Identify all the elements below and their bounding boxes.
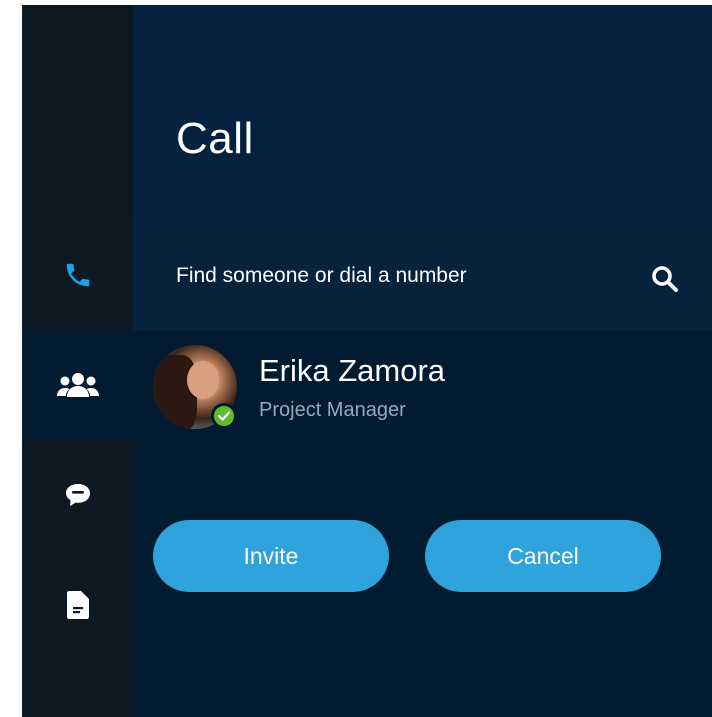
document-icon (66, 591, 89, 619)
contact-row[interactable]: Erika Zamora Project Manager (153, 345, 673, 435)
search-icon[interactable] (650, 264, 680, 294)
call-header: Call (133, 5, 712, 220)
cancel-button[interactable]: Cancel (425, 520, 661, 592)
rail-item-files[interactable] (22, 550, 133, 660)
rail-item-contacts[interactable] (22, 330, 133, 440)
contact-role: Project Manager (259, 399, 406, 421)
page-title: Call (176, 114, 254, 163)
contact-name: Erika Zamora (259, 353, 446, 388)
rail-item-calls[interactable] (22, 220, 133, 330)
phone-icon (66, 263, 89, 287)
status-available-icon (211, 403, 237, 429)
search-bar[interactable]: Find someone or dial a number (133, 220, 712, 331)
rail-item-chat[interactable] (22, 440, 133, 550)
call-app-window: Call Find someone or dial a number Erika… (22, 5, 712, 717)
navigation-rail (22, 5, 133, 717)
invite-button[interactable]: Invite (153, 520, 389, 592)
people-icon (56, 373, 99, 397)
search-input[interactable]: Find someone or dial a number (176, 265, 467, 286)
chat-icon (65, 484, 90, 506)
